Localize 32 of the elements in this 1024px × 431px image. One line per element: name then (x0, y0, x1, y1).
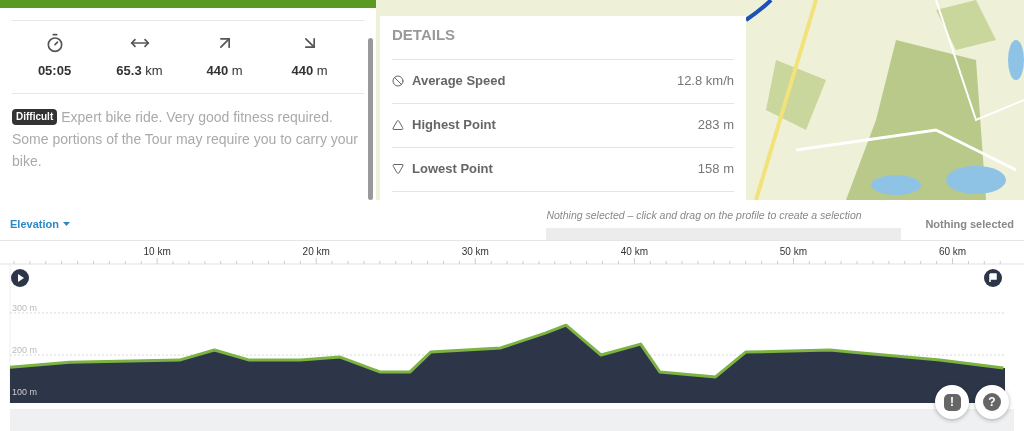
distance-tick-label: 40 km (620, 246, 648, 257)
detail-label: Lowest Point (412, 160, 493, 179)
stat-value: 440 m (291, 62, 328, 80)
scrollbar[interactable] (368, 38, 373, 200)
detail-value: 283 m (697, 116, 734, 135)
distance-tick-label: 10 km (143, 246, 171, 257)
finish-flag-icon[interactable] (984, 269, 1002, 287)
distance-tick-label: 30 km (461, 246, 489, 257)
description-text: Difficult Expert bike ride. Very good fitness required. Some portions of the Tour may require you to carry your bike. (12, 107, 359, 171)
caret-icon (62, 222, 70, 227)
distance-tick-label: 20 km (302, 246, 330, 257)
metric-dropdown[interactable]: Elevation (10, 216, 70, 233)
elevation-tick-label: 300 m (12, 302, 37, 313)
start-flag-icon[interactable] (11, 269, 29, 287)
detail-label: Average Speed (412, 72, 506, 91)
stat-value: 65.3 km (116, 62, 163, 80)
stat-value: 05:05 (37, 62, 72, 80)
stat-value: 440 m (206, 62, 243, 80)
distance-tick-label: 50 km (779, 246, 808, 257)
speed-icon (392, 75, 404, 87)
difficulty-badge: Difficult (12, 108, 58, 125)
distance-tick-label: 60 km (938, 246, 967, 257)
detail-value: 158 m (697, 160, 734, 179)
details-title: DETAILS (392, 16, 734, 60)
elevation-tick-label: 200 m (12, 345, 37, 356)
selection-status: Nothing selected (925, 217, 1014, 232)
elevation-tick-label: 100 m (12, 387, 37, 398)
detail-label: Highest Point (412, 116, 496, 135)
selection-hint: Nothing selected – click and drag on the profile to create a selection (546, 208, 863, 223)
up-triangle-icon (392, 119, 404, 131)
detail-value: 12.8 km/h (676, 72, 734, 91)
down-triangle-icon (392, 163, 404, 175)
